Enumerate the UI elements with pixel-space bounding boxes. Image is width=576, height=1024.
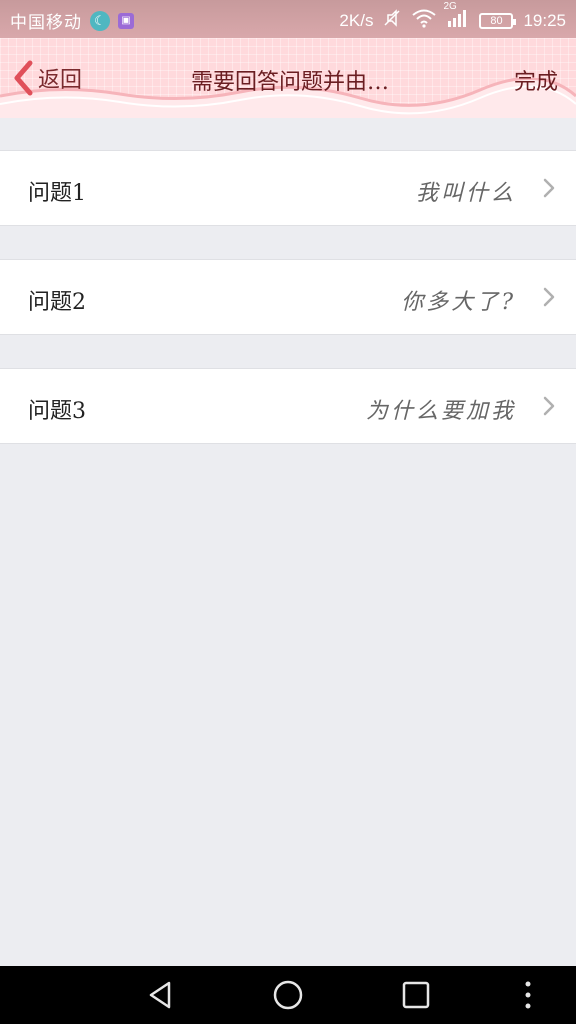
chevron-right-icon [543, 178, 555, 198]
chevron-right-icon [543, 396, 555, 416]
moon-icon: ☾ [90, 10, 110, 31]
question-value: 我叫什么 [415, 181, 516, 206]
question-row-1[interactable]: 问题1 我叫什么 [0, 150, 576, 226]
chevron-right-icon [543, 287, 555, 307]
battery-level: 80 [490, 14, 503, 27]
network-speed: 2K/s [339, 10, 374, 30]
home-circle-icon[interactable] [271, 978, 305, 1012]
mute-icon [383, 9, 401, 32]
signal-icon: 2G [443, 1, 469, 32]
question-label: 问题1 [28, 181, 86, 206]
status-left: 中国移动 ☾ ▣ [10, 8, 134, 33]
wifi-icon [411, 8, 437, 33]
back-label: 返回 [38, 68, 83, 93]
system-nav-bar [0, 966, 576, 1024]
question-label: 问题3 [28, 399, 86, 424]
question-value: 你多大了? [401, 290, 516, 315]
question-row-2[interactable]: 问题2 你多大了? [0, 259, 576, 335]
back-button[interactable]: 返回 [12, 58, 82, 98]
back-triangle-icon[interactable] [143, 978, 177, 1012]
network-type: 2G [443, 1, 457, 12]
clock: 19:25 [523, 10, 566, 30]
page-title: 需要回答问题并由… [190, 70, 389, 95]
recents-square-icon[interactable] [399, 978, 433, 1012]
question-row-3[interactable]: 问题3 为什么要加我 [0, 368, 576, 444]
back-chevron-icon [14, 60, 33, 96]
status-right: 2K/s 2G 80 19:25 [339, 1, 566, 33]
carrier-name: 中国移动 [10, 13, 82, 32]
status-bar: 中国移动 ☾ ▣ 2K/s 2G 80 19:25 [0, 0, 576, 38]
question-label: 问题2 [28, 290, 86, 315]
done-button[interactable]: 完成 [514, 64, 558, 96]
more-vertical-icon[interactable] [511, 978, 545, 1012]
gallery-icon: ▣ [118, 12, 134, 29]
nav-bar: 返回 需要回答问题并由… 完成 [0, 38, 576, 118]
battery-icon: 80 [479, 12, 517, 29]
question-value: 为什么要加我 [365, 399, 516, 424]
